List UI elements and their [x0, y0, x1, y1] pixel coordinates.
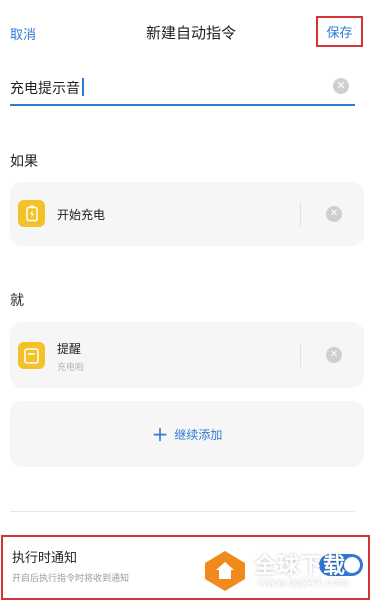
text-cursor — [82, 78, 84, 96]
add-more-button[interactable]: + 继续添加 — [10, 401, 364, 467]
then-section-label: 就 — [10, 293, 24, 309]
remove-condition-icon[interactable]: ✕ — [326, 206, 342, 222]
section-divider — [10, 511, 355, 512]
action-subtitle: 充电啦 — [57, 363, 85, 373]
notify-on-run-row: 执行时通知 开启后执行指令时将收到通知 — [1, 535, 370, 600]
top-bar: 取消 新建自动指令 保存 — [0, 0, 382, 62]
add-more-label: 继续添加 — [174, 427, 223, 442]
remove-action-icon[interactable]: ✕ — [326, 347, 342, 363]
if-section-label: 如果 — [10, 154, 38, 170]
plus-icon: + — [151, 422, 169, 446]
notify-toggle[interactable] — [319, 554, 363, 576]
reminder-icon — [18, 342, 45, 369]
clear-icon[interactable]: ✕ — [333, 78, 349, 94]
save-button[interactable]: 保存 — [316, 16, 363, 47]
notify-title: 执行时通知 — [12, 551, 78, 566]
notify-description: 开启后执行指令时将收到通知 — [12, 574, 130, 584]
condition-title: 开始充电 — [57, 208, 106, 222]
card-divider — [300, 202, 301, 226]
toggle-knob — [344, 557, 360, 573]
card-divider — [300, 343, 301, 367]
charging-icon — [18, 200, 45, 227]
shortcut-name-field[interactable]: 充电提示音 ✕ — [10, 70, 355, 106]
save-button-label: 保存 — [326, 26, 353, 41]
action-card[interactable]: 提醒 充电啦 ✕ — [10, 322, 364, 388]
shortcut-name-input[interactable]: 充电提示音 — [10, 78, 84, 98]
action-title: 提醒 — [57, 342, 82, 356]
shortcut-name-value: 充电提示音 — [10, 81, 80, 97]
condition-card[interactable]: 开始充电 ✕ — [10, 182, 364, 246]
